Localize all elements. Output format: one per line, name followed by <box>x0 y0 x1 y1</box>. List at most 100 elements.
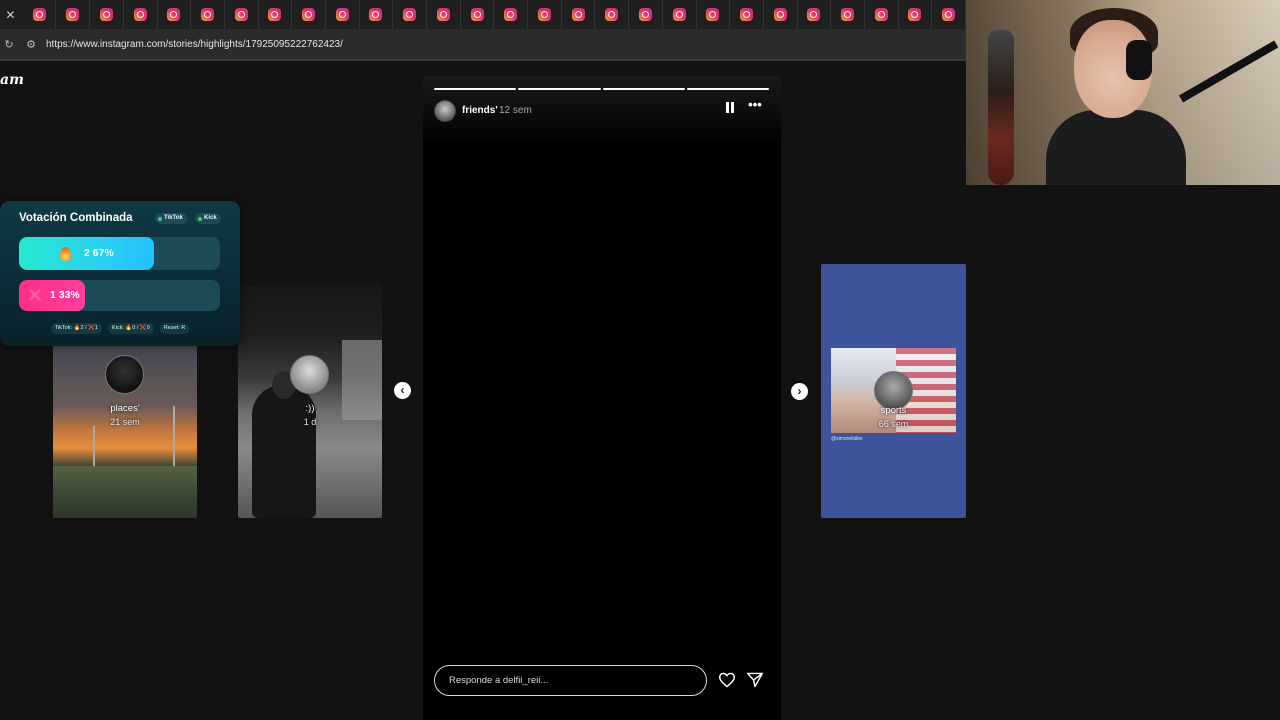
vote-option-bar-1: 2 67% <box>19 237 220 270</box>
highlight-time: 1 d <box>303 417 317 427</box>
browser-tab[interactable] <box>23 0 57 29</box>
browser-tab[interactable] <box>528 0 562 29</box>
instagram-icon <box>874 8 888 21</box>
instagram-icon <box>335 8 349 21</box>
reset-hint: Reset: R <box>159 323 190 334</box>
story-timestamp: 12 sem <box>499 105 532 116</box>
highlight-name: sports <box>880 405 907 416</box>
browser-tab[interactable] <box>225 0 259 29</box>
card-background-field <box>53 466 197 518</box>
browser-tab[interactable] <box>259 0 293 29</box>
browser-tab[interactable] <box>932 0 966 29</box>
highlight-name: places' <box>110 403 140 414</box>
browser-tab[interactable] <box>326 0 360 29</box>
browser-tab[interactable] <box>124 0 158 29</box>
vote-option-bar-2: ✕ 1 33% <box>19 280 220 311</box>
browser-tab[interactable] <box>764 0 798 29</box>
site-info-icon[interactable]: ⚙ <box>22 38 40 51</box>
highlight-name: :)) <box>305 403 315 414</box>
previous-story-button[interactable]: ‹ <box>394 382 411 399</box>
instagram-icon <box>234 8 248 21</box>
instagram-icon <box>403 8 417 21</box>
light-pole <box>93 426 95 466</box>
highlight-avatar <box>105 355 144 394</box>
browser-tab[interactable] <box>494 0 529 29</box>
instagram-icon <box>807 8 821 21</box>
light-pole <box>173 406 175 466</box>
browser-tab[interactable] <box>427 0 461 29</box>
instagram-icon <box>302 8 316 21</box>
story-username[interactable]: friends' <box>462 105 498 116</box>
instagram-icon <box>470 8 484 21</box>
vote-widget: Votación Combinada TikTok Kick 2 67% ✕ 1… <box>0 201 240 346</box>
instagram-logo[interactable]: am <box>0 72 24 88</box>
browser-tab[interactable] <box>562 0 596 29</box>
next-story-button[interactable]: › <box>791 383 808 400</box>
highlight-card-sports[interactable]: @simonebiles sports 66 sem <box>821 264 966 518</box>
webcam-person-body <box>1046 110 1186 185</box>
browser-toolbar: ↻ ⚙ https://www.instagram.com/stories/hi… <box>0 29 966 59</box>
highlight-time: 21 sem <box>110 417 140 427</box>
kick-badge: Kick <box>195 213 221 224</box>
progress-segment <box>434 88 517 90</box>
screen: ✕ ↻ ⚙ https://www.instagram.com/stories/… <box>0 0 1280 720</box>
highlight-time: 66 sem <box>878 419 909 429</box>
tiktok-badge: TikTok <box>155 213 187 224</box>
instagram-icon <box>268 8 282 21</box>
instagram-icon <box>537 8 551 21</box>
vote-footer: TikTok: 🔥2 / ❌1 Kick: 🔥0 / ❌0 Reset: R <box>0 323 240 334</box>
headset-icon <box>1126 40 1152 80</box>
browser-tab[interactable] <box>158 0 192 29</box>
instagram-icon <box>773 8 787 21</box>
send-icon[interactable] <box>746 672 764 688</box>
browser-tab[interactable] <box>865 0 899 29</box>
progress-segment <box>602 88 685 90</box>
browser-tab[interactable] <box>831 0 865 29</box>
instagram-icon <box>133 8 147 21</box>
vote-title: Votación Combinada <box>19 212 133 224</box>
browser-tab[interactable] <box>393 0 427 29</box>
story-avatar[interactable] <box>434 100 456 122</box>
browser-tab[interactable] <box>798 0 832 29</box>
instagram-icon <box>605 8 619 21</box>
instagram-icon <box>571 8 585 21</box>
browser-tab[interactable] <box>697 0 731 29</box>
progress-segment <box>518 88 601 90</box>
pause-icon[interactable] <box>725 102 735 114</box>
reload-icon[interactable]: ↻ <box>0 38 18 51</box>
browser-tab-strip: ✕ <box>0 0 966 29</box>
browser-tab[interactable] <box>56 0 91 29</box>
tiktok-tally: TikTok: 🔥2 / ❌1 <box>50 323 102 334</box>
story-viewer[interactable]: friends' 12 sem ••• Responde a delfii_re… <box>423 76 781 720</box>
instagram-icon <box>706 8 720 21</box>
browser-tab[interactable] <box>663 0 697 29</box>
browser-tab[interactable] <box>461 0 495 29</box>
kick-tally: Kick: 🔥0 / ❌0 <box>107 323 154 334</box>
browser-tab[interactable] <box>595 0 630 29</box>
reply-input[interactable]: Responde a delfii_reii... <box>434 665 707 696</box>
story-progress-bar <box>434 88 769 90</box>
x-icon: ✕ <box>26 285 44 307</box>
instagram-icon <box>740 8 754 21</box>
instagram-story-page: am places' 21 sem :)) 1 d @simonebiles s… <box>0 61 966 720</box>
browser-tab[interactable] <box>730 0 764 29</box>
browser-tab[interactable] <box>90 0 124 29</box>
card-caption: @simonebiles <box>831 436 863 442</box>
instagram-icon <box>638 8 652 21</box>
browser-tab[interactable] <box>191 0 225 29</box>
browser-tab[interactable] <box>292 0 326 29</box>
address-bar[interactable]: https://www.instagram.com/stories/highli… <box>46 39 343 50</box>
instagram-icon <box>908 8 922 21</box>
instagram-icon <box>841 8 855 21</box>
browser-tab[interactable] <box>899 0 933 29</box>
browser-tab[interactable] <box>360 0 394 29</box>
instagram-icon <box>167 8 181 21</box>
browser-tab[interactable] <box>629 0 663 29</box>
more-options-icon[interactable]: ••• <box>748 98 762 112</box>
progress-segment <box>686 88 769 90</box>
instagram-icon <box>66 8 80 21</box>
vote-value-1: 2 67% <box>84 247 114 259</box>
highlight-card-smile[interactable]: :)) 1 d <box>238 285 382 518</box>
heart-icon[interactable] <box>718 672 736 688</box>
tab-close-icon[interactable]: ✕ <box>4 7 17 23</box>
